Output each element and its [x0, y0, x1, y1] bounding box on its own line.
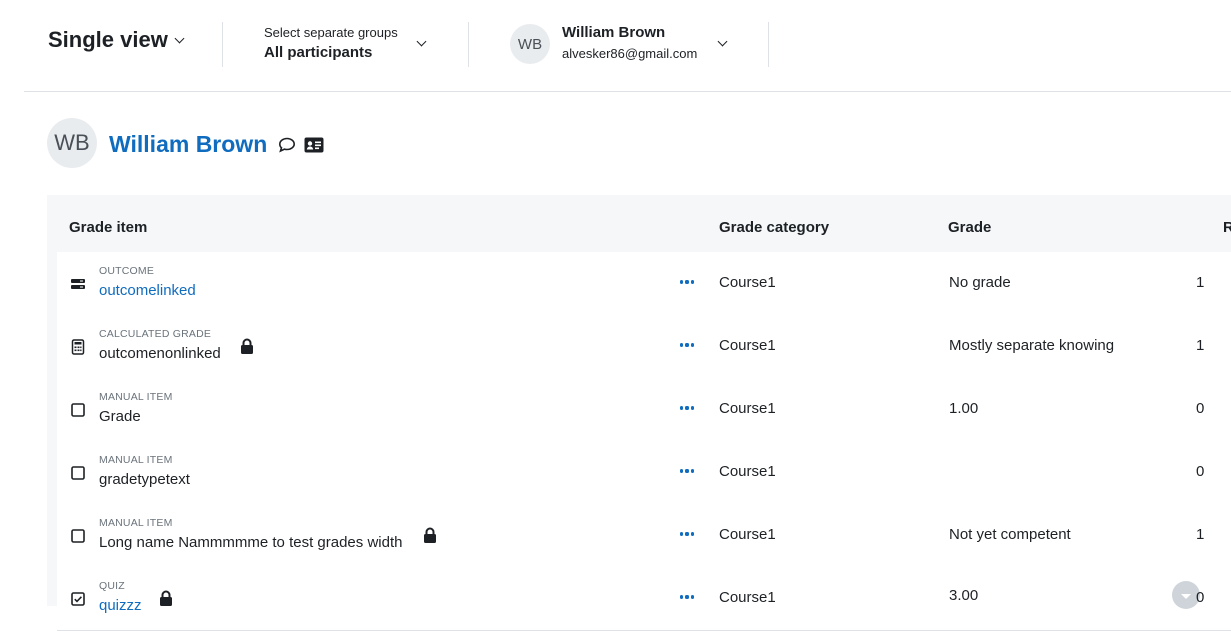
table-row: QUIZ quizzz Course1 3.00 0: [57, 567, 1231, 631]
grade-category: Course1: [719, 400, 776, 417]
divider: [768, 22, 769, 67]
group-selector-label: Select separate groups: [264, 25, 398, 40]
user-selector-email: alvesker86@gmail.com: [562, 46, 698, 61]
column-header-grade[interactable]: Grade: [948, 219, 991, 236]
column-header-grade-item[interactable]: Grade item: [69, 219, 147, 236]
range-value: 0: [1196, 400, 1205, 417]
checkbox-icon: [71, 529, 85, 543]
range-value: 1: [1196, 274, 1205, 291]
grade-category: Course1: [719, 274, 776, 291]
grade-category: Course1: [719, 463, 776, 480]
actions-menu-icon[interactable]: [679, 526, 695, 542]
item-name-link[interactable]: outcomelinked: [99, 282, 196, 299]
actions-menu-icon[interactable]: [679, 274, 695, 290]
group-selector-value: All participants: [264, 44, 373, 61]
column-header-range[interactable]: R: [1223, 219, 1231, 236]
user-avatar: WB: [47, 118, 97, 168]
actions-menu-icon[interactable]: [679, 400, 695, 416]
chevron-down-icon: [174, 33, 185, 43]
table-row: MANUAL ITEM gradetypetext Course1 0: [57, 441, 1231, 505]
quiz-icon: [71, 592, 85, 606]
grade-value[interactable]: 3.00: [949, 587, 978, 604]
speech-bubble-icon[interactable]: [278, 137, 296, 153]
grade-value[interactable]: 1.00: [949, 400, 978, 417]
user-selector-name: William Brown: [562, 24, 666, 41]
outcome-icon: [71, 279, 85, 289]
lock-icon: [424, 527, 436, 543]
grade-value: Mostly separate knowing: [949, 337, 1115, 354]
table-row: CALCULATED GRADE outcomenonlinked Course…: [57, 315, 1231, 379]
grade-value[interactable]: No grade: [949, 274, 1011, 291]
id-card-icon[interactable]: [304, 137, 324, 153]
table-row: MANUAL ITEM Long name Nammmmme to test g…: [57, 504, 1231, 568]
checkbox-icon: [71, 466, 85, 480]
grade-category: Course1: [719, 526, 776, 543]
actions-menu-icon[interactable]: [679, 337, 695, 353]
item-type: MANUAL ITEM: [99, 391, 173, 403]
chevron-down-icon[interactable]: [416, 36, 427, 47]
item-type: QUIZ: [99, 580, 125, 592]
range-value: 1: [1196, 526, 1205, 543]
grade-category: Course1: [719, 589, 776, 606]
calculator-icon: [71, 339, 85, 355]
actions-menu-icon[interactable]: [679, 463, 695, 479]
lock-icon: [241, 338, 253, 354]
range-value: 1: [1196, 337, 1205, 354]
item-name: Grade: [99, 408, 141, 425]
grade-value: Not yet competent: [949, 526, 1071, 543]
item-type: MANUAL ITEM: [99, 454, 173, 466]
view-title: Single view: [48, 27, 168, 52]
chevron-down-icon: [1181, 593, 1191, 599]
item-type: OUTCOME: [99, 265, 155, 277]
table-gutter: [47, 252, 57, 606]
table-row: MANUAL ITEM Grade Course1 1.00 0: [57, 378, 1231, 442]
range-value: 0: [1196, 589, 1205, 606]
avatar: WB: [510, 24, 550, 64]
chevron-down-icon[interactable]: [717, 36, 728, 47]
header-separator: [24, 91, 1231, 92]
lock-icon: [160, 590, 172, 606]
column-header-grade-category[interactable]: Grade category: [719, 219, 829, 236]
view-selector[interactable]: Single view: [48, 24, 185, 56]
checkbox-icon: [71, 403, 85, 417]
table-header: [47, 195, 1231, 252]
divider: [222, 22, 223, 67]
actions-menu-icon[interactable]: [679, 589, 695, 605]
user-selector[interactable]: WB William Brown alvesker86@gmail.com: [510, 23, 697, 65]
user-name-link[interactable]: William Brown: [109, 131, 267, 158]
divider: [468, 22, 469, 67]
grade-category: Course1: [719, 337, 776, 354]
item-name: Long name Nammmmme to test grades width: [99, 534, 403, 551]
item-name: gradetypetext: [99, 471, 190, 488]
item-name: outcomenonlinked: [99, 345, 221, 362]
item-type: MANUAL ITEM: [99, 517, 173, 529]
group-selector[interactable]: Select separate groups All participants: [264, 24, 398, 65]
table-row: OUTCOME outcomelinked Course1 No grade 1: [57, 252, 1231, 316]
item-type: CALCULATED GRADE: [99, 328, 212, 340]
range-value: 0: [1196, 463, 1205, 480]
